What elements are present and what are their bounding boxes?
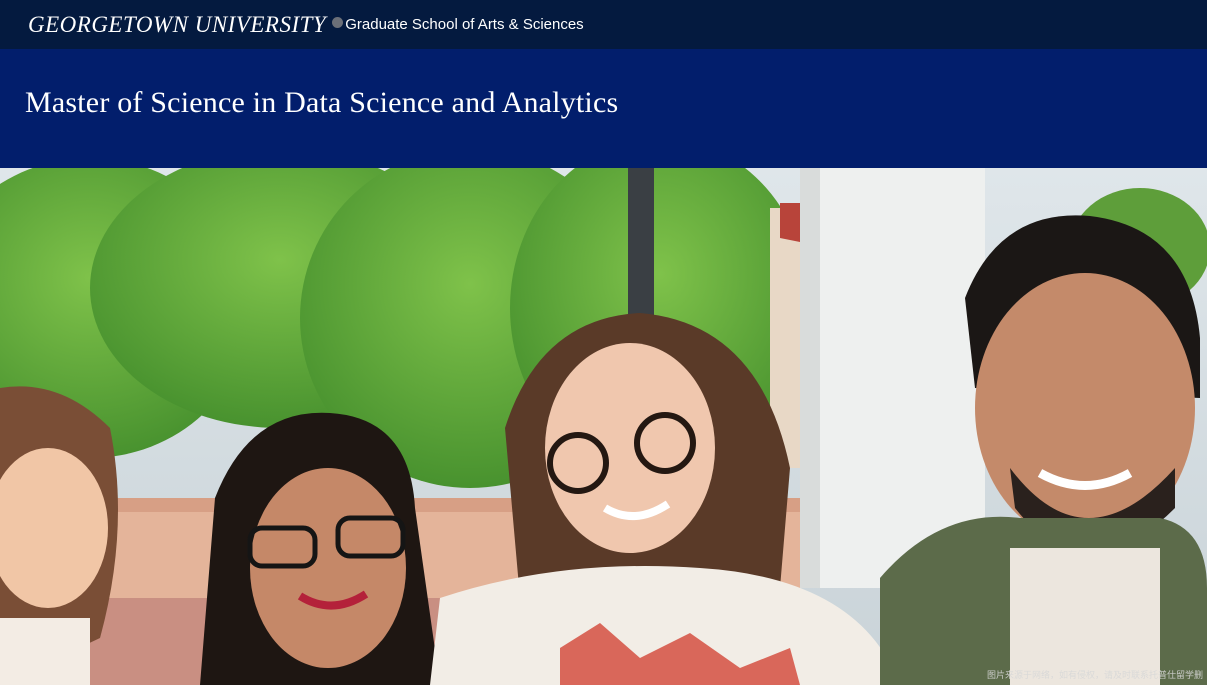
site-header: GEORGETOWN UNIVERSITY Graduate School of… (0, 0, 1207, 49)
lamp-post (628, 168, 654, 318)
university-logo-link[interactable]: GEORGETOWN UNIVERSITY (28, 12, 326, 38)
program-title-banner: Master of Science in Data Science and An… (0, 49, 1207, 168)
school-link[interactable]: Graduate School of Arts & Sciences (345, 16, 583, 33)
separator-dot-icon (332, 17, 344, 28)
image-source-watermark: 图片来源于网络，如有侵权，请及时联系托普仕留学删 (986, 671, 1203, 681)
page-title: Master of Science in Data Science and An… (25, 86, 619, 119)
hero-photo-students-illustration (0, 168, 1207, 685)
hero-image: 图片来源于网络，如有侵权，请及时联系托普仕留学删 (0, 168, 1207, 685)
